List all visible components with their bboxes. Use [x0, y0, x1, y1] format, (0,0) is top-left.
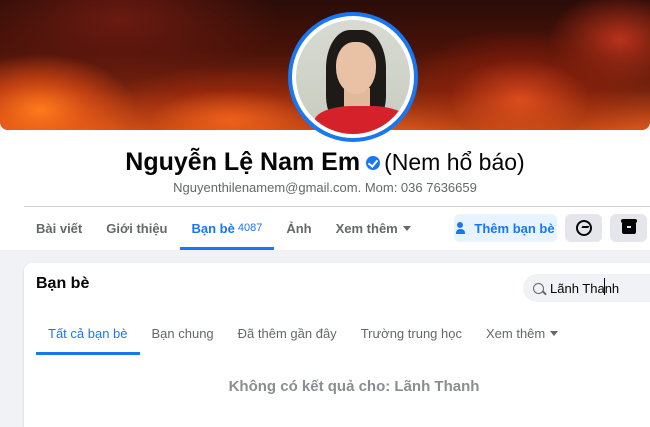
tab-friends[interactable]: Bạn bè 4087 — [179, 208, 275, 250]
friends-count: 4087 — [237, 222, 263, 234]
verified-badge-icon — [366, 155, 381, 170]
tab-friends-more[interactable]: Xem thêm — [474, 313, 570, 353]
text-cursor — [604, 278, 605, 295]
tab-posts[interactable]: Bài viết — [24, 208, 94, 248]
add-user-icon — [456, 222, 468, 234]
friends-title: Bạn bè — [36, 275, 90, 292]
box-icon — [620, 219, 637, 234]
no-results-message: Không có kết quả cho: Lãnh Thanh — [228, 378, 480, 395]
messenger-button[interactable] — [565, 214, 602, 242]
profile-name: Nguyễn Lệ Nam Em — [125, 148, 361, 176]
profile-actions: Thêm bạn bè — [454, 214, 650, 242]
chevron-down-icon — [402, 225, 411, 231]
add-friend-button[interactable]: Thêm bạn bè — [454, 214, 557, 242]
tab-recently-added[interactable]: Đã thêm gần đây — [226, 313, 349, 353]
profile-name-row: Nguyễn Lệ Nam Em (Nem hổ báo) — [0, 148, 650, 177]
tab-photos[interactable]: Ảnh — [274, 208, 323, 248]
tab-more[interactable]: Xem thêm — [324, 208, 423, 248]
tab-high-school[interactable]: Trường trung học — [349, 313, 474, 353]
chevron-down-icon — [550, 330, 559, 336]
tab-all-friends[interactable]: Tất cả bạn bè — [36, 313, 140, 355]
profile-contact: Nguyenthilenamem@gmail.com. Mom: 036 763… — [173, 180, 477, 195]
profile-alternate-name: (Nem hổ báo) — [384, 149, 525, 175]
profile-tabs: Bài viết Giới thiệu Bạn bè 4087 Ảnh Xem t… — [24, 208, 423, 250]
profile-picture[interactable] — [288, 12, 418, 142]
friends-search[interactable] — [523, 274, 650, 302]
messenger-icon — [575, 220, 592, 236]
tab-mutual-friends[interactable]: Bạn chung — [140, 313, 226, 353]
search-icon — [533, 282, 544, 294]
tab-about[interactable]: Giới thiệu — [94, 208, 179, 248]
friends-sub-tabs: Tất cả bạn bè Bạn chung Đã thêm gần đây … — [36, 313, 570, 355]
header-divider — [24, 206, 650, 207]
avatar — [296, 20, 410, 134]
friends-section: Bạn bè Tất cả bạn bè Bạn chung Đã thêm g… — [24, 263, 650, 427]
more-actions-button[interactable] — [610, 214, 647, 242]
search-input[interactable] — [550, 280, 650, 296]
